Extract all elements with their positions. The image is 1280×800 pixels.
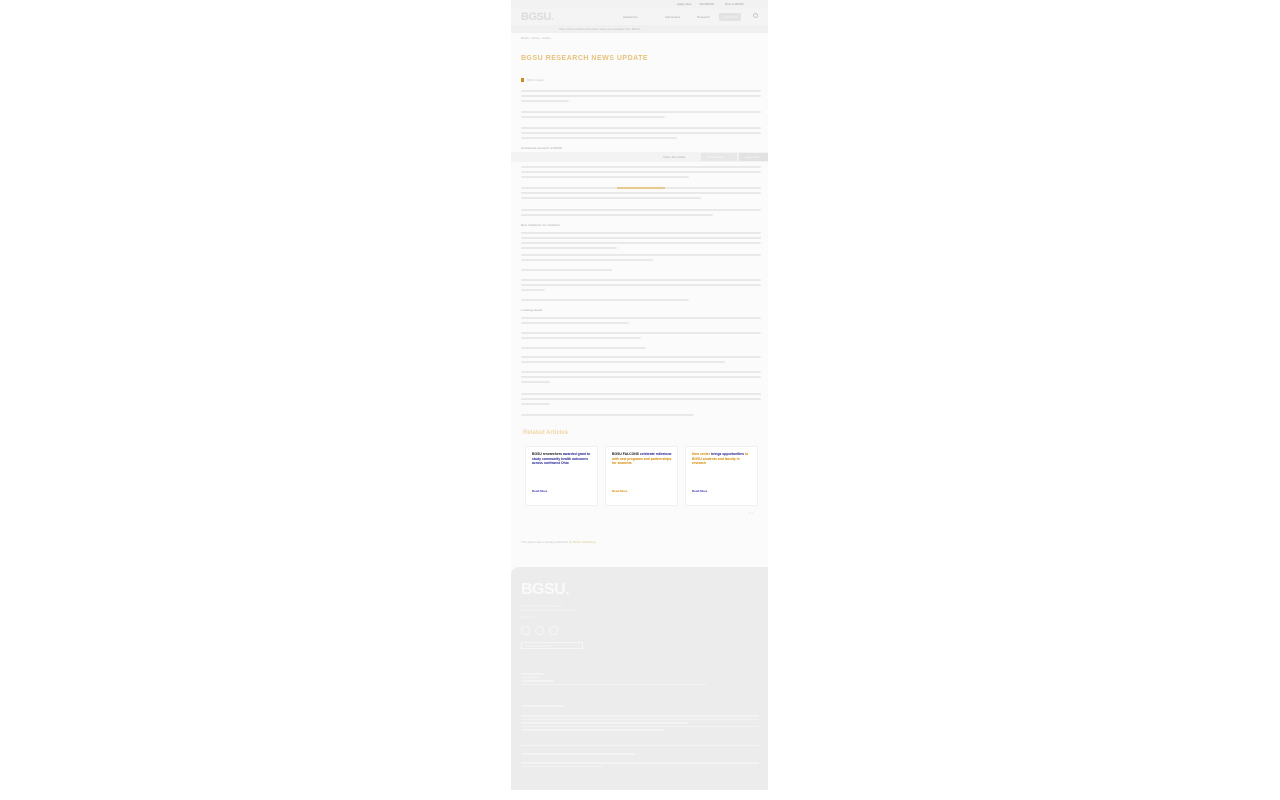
- section-heading: Looking ahead: [521, 308, 543, 312]
- article-paragraph: [521, 356, 761, 366]
- social-links: [521, 622, 563, 640]
- related-card[interactable]: BGSU researchers awarded grant to study …: [525, 446, 598, 506]
- footer-copyright: [521, 762, 759, 769]
- article-paragraph: [521, 317, 761, 327]
- related-card-title[interactable]: BGSU FALCONS celebrate milestone with ne…: [612, 452, 674, 466]
- request-info-button[interactable]: Request Info: [701, 153, 737, 161]
- twitter-icon[interactable]: [535, 626, 544, 635]
- article-paragraph: [521, 414, 761, 419]
- byline: BGSU News: [521, 78, 544, 83]
- article-paragraph: [521, 254, 761, 264]
- alert-bar: Stay informed about the latest news and …: [511, 25, 768, 33]
- article-paragraph: [521, 187, 761, 202]
- read-more-link[interactable]: Read More: [532, 489, 547, 493]
- apply-now-button[interactable]: Apply Now: [739, 153, 768, 161]
- author-icon: [521, 78, 524, 83]
- instagram-icon[interactable]: [549, 626, 558, 635]
- article-paragraph: [521, 127, 761, 142]
- utility-link-give[interactable]: Give to BGSU: [725, 2, 744, 6]
- footer-legal-text: [521, 715, 759, 733]
- footer-links: [521, 673, 759, 687]
- article-paragraph: [521, 299, 761, 304]
- footer-divider: [521, 745, 759, 746]
- nav-item-research[interactable]: Research: [697, 15, 710, 19]
- read-more-link[interactable]: Read More: [692, 489, 707, 493]
- search-icon[interactable]: [753, 13, 758, 18]
- related-articles-heading: Related Articles: [523, 430, 569, 436]
- footer-phone: Bowling Green, OH 43403 · 419-372-2531: [521, 608, 578, 612]
- page: Apply Now Visit BGSU Give to BGSU BGSU. …: [511, 0, 768, 790]
- nav-item-academics[interactable]: Academics: [623, 15, 638, 19]
- article-paragraph: [521, 279, 761, 294]
- article-paragraph: [521, 371, 761, 386]
- article-paragraph: [521, 166, 761, 181]
- article-paragraph: [521, 232, 761, 252]
- article-paragraph: [521, 393, 761, 408]
- breadcrumb[interactable]: BGSU › News › Article: [521, 36, 551, 40]
- nav-item-admissions[interactable]: Admissions: [665, 15, 680, 19]
- article-paragraph: [521, 347, 761, 352]
- footer-logo[interactable]: BGSU.: [521, 581, 570, 599]
- source-link[interactable]: BGSU Marketing: [573, 540, 596, 544]
- article-paragraph: [521, 111, 761, 121]
- article-paragraph: [521, 332, 761, 342]
- site-header: BGSU. Academics Admissions Research Appl…: [511, 9, 768, 25]
- footer-cta-button[interactable]: Connect with BGSU: [521, 642, 583, 649]
- bgsu-logo[interactable]: BGSU.: [521, 11, 554, 23]
- utility-link-visit[interactable]: Visit BGSU: [699, 2, 714, 6]
- related-card-title[interactable]: New center brings opportunities to BGSU …: [692, 452, 754, 466]
- footer-follow-label: Follow Us: [521, 615, 535, 619]
- read-more-link[interactable]: Read More: [612, 489, 627, 493]
- article-paragraph: [521, 269, 761, 274]
- footer-bottom-links: [521, 753, 759, 757]
- section-heading: Continued research at BGSU: [521, 146, 563, 150]
- share-bar: Share this article Request Info Apply No…: [511, 152, 768, 162]
- share-label: Share this article: [663, 155, 686, 159]
- facebook-icon[interactable]: [521, 626, 530, 635]
- footer-legal: [521, 705, 759, 709]
- site-footer: BGSU. Bowling Green State University Bow…: [511, 567, 768, 790]
- related-card-title[interactable]: BGSU researchers awarded grant to study …: [532, 452, 594, 466]
- related-card[interactable]: BGSU FALCONS celebrate milestone with ne…: [605, 446, 678, 506]
- utility-bar: Apply Now Visit BGSU Give to BGSU: [511, 0, 768, 9]
- carousel-arrows[interactable]: ‹ ›: [749, 510, 753, 515]
- apply-button[interactable]: Apply Now: [719, 13, 741, 21]
- related-card[interactable]: New center brings opportunities to BGSU …: [685, 446, 758, 506]
- article-paragraph: [521, 90, 761, 105]
- alert-text: Stay informed about the latest news and …: [559, 27, 642, 31]
- section-heading: New initiatives for students: [521, 223, 561, 227]
- source-note: This article was originally published by…: [521, 540, 596, 544]
- article-paragraph: [521, 209, 761, 219]
- utility-link-apply[interactable]: Apply Now: [677, 2, 691, 6]
- page-title: BGSU RESEARCH NEWS UPDATE: [521, 55, 649, 62]
